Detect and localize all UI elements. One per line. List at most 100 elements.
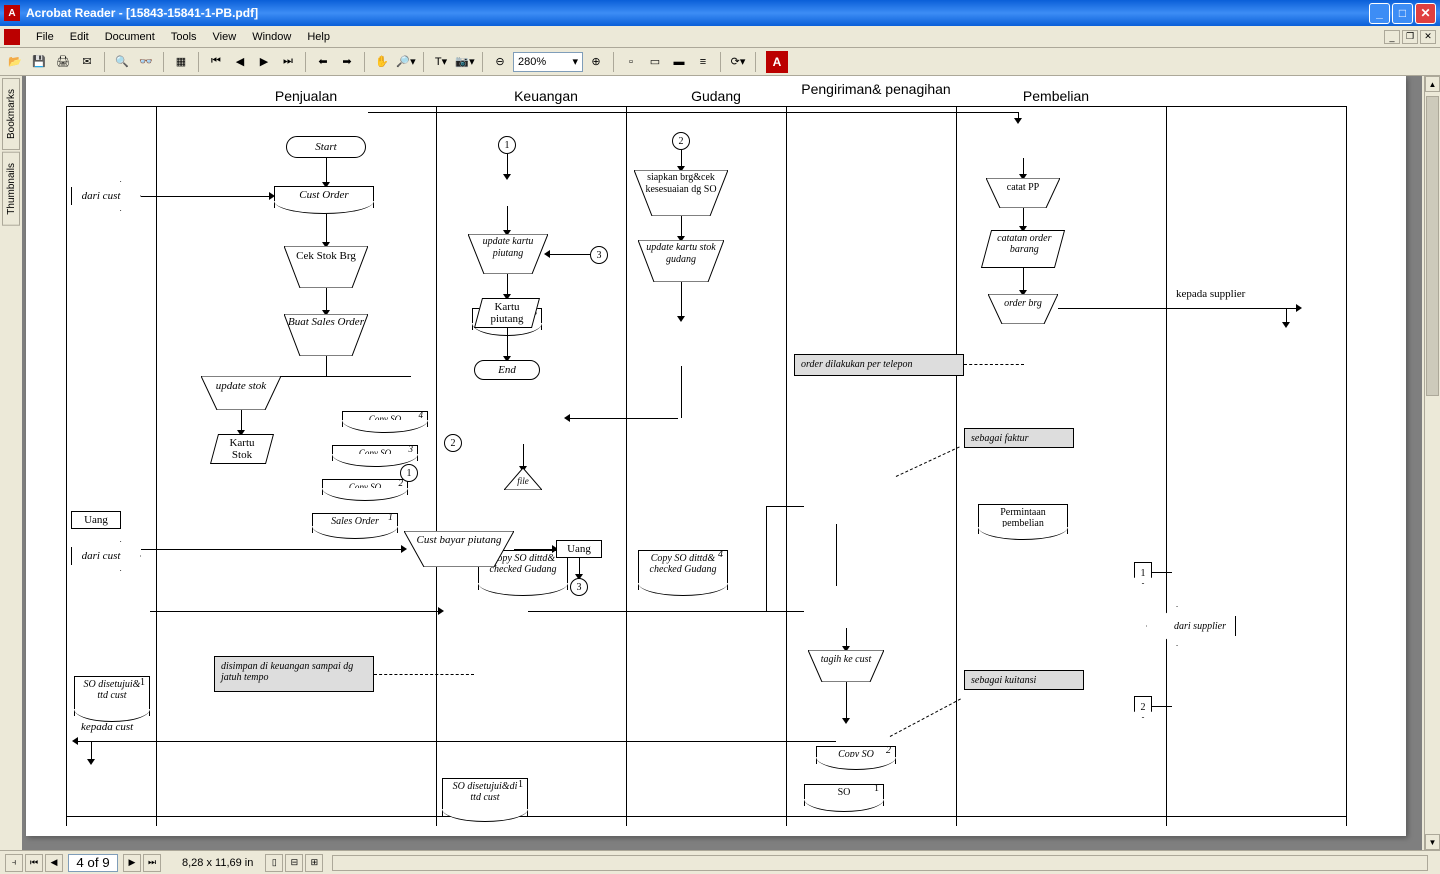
next-page-status[interactable]: ▶ — [123, 854, 141, 872]
bookmarks-tab[interactable]: Bookmarks — [2, 78, 20, 150]
scroll-thumb[interactable] — [1426, 96, 1439, 396]
sidetabs: Bookmarks Thumbnails — [2, 78, 20, 228]
last-page-icon[interactable]: ⏭ — [277, 51, 299, 73]
menu-tools[interactable]: Tools — [163, 29, 205, 45]
lane-pembelian: Pembelian — [976, 88, 1136, 104]
node-catat-pp-text: catat PP — [986, 182, 1060, 194]
connector-1a: 1 — [400, 464, 418, 482]
back-icon[interactable]: ⬅ — [312, 51, 334, 73]
thumbnails-tab[interactable]: Thumbnails — [2, 152, 20, 226]
page: Penjualan Keuangan Gudang Pengiriman& pe… — [26, 76, 1406, 836]
node-copy-so3: 3Copy SO — [332, 445, 418, 461]
minimize-button[interactable]: _ — [1369, 3, 1390, 24]
lane-gudang: Gudang — [646, 88, 786, 104]
node-copy-so4: 4Copy SO — [342, 411, 428, 427]
maximize-button[interactable]: □ — [1392, 3, 1413, 24]
node-kartu-stok: Kartu Stok — [210, 434, 274, 464]
statusbar: ⫞ ⏮ ◀ ▶ ⏭ 8,28 x 11,69 in ▯ ⊟ ⊞ — [0, 850, 1440, 874]
rotate-icon[interactable]: ⟳▾ — [727, 51, 749, 73]
zoom-level[interactable]: 280%▾ — [513, 52, 583, 72]
layout2-icon[interactable]: ⊟ — [285, 854, 303, 872]
reflow-icon[interactable]: ≡ — [692, 51, 714, 73]
print-icon[interactable]: 🖨 — [52, 51, 74, 73]
page-dimensions: 8,28 x 11,69 in — [182, 857, 253, 869]
node-buat-so-text: Buat Sales Order — [284, 316, 368, 329]
text-select-icon[interactable]: T▾ — [430, 51, 452, 73]
mdi-controls: _ ❐ ✕ — [1382, 30, 1440, 44]
actual-size-icon[interactable]: ▫ — [620, 51, 642, 73]
node-cust-bayar-text: Cust bayar piutang — [404, 534, 514, 547]
hand-tool-icon[interactable]: ✋ — [371, 51, 393, 73]
vertical-scrollbar[interactable]: ▲ ▼ — [1424, 76, 1440, 850]
node-copy-so2: 2Copy SO — [322, 479, 408, 495]
node-dari-cust2: dari cust — [71, 541, 141, 571]
layout3-icon[interactable]: ⊞ — [305, 854, 323, 872]
next-page-icon[interactable]: ▶ — [253, 51, 275, 73]
node-end: End — [474, 360, 540, 380]
node-order-brg-text: order brg — [988, 298, 1058, 310]
node-kepada-supplier: kepada supplier — [1176, 288, 1245, 300]
lane-pengiriman: Pengiriman& penagihan — [796, 82, 956, 97]
connector-3-in: 3 — [590, 246, 608, 264]
node-dari-supplier: dari supplier — [1146, 606, 1236, 646]
mdi-restore[interactable]: ❐ — [1402, 30, 1418, 44]
note-faktur: sebagai faktur — [964, 428, 1074, 448]
save-icon[interactable]: 💾 — [28, 51, 50, 73]
node-uang-out: Uang — [556, 540, 602, 558]
titlebar: A Acrobat Reader - [15843-15841-1-PB.pdf… — [0, 0, 1440, 26]
mdi-close[interactable]: ✕ — [1420, 30, 1436, 44]
zoom-in-icon[interactable]: ⊕ — [585, 51, 607, 73]
node-update-piutang-text: update kartu piutang — [468, 236, 548, 259]
nav-pane-icon[interactable]: ▦ — [170, 51, 192, 73]
fit-page-icon[interactable]: ▭ — [644, 51, 666, 73]
menu-file[interactable]: File — [28, 29, 62, 45]
node-copy-so-g: 4Copy SO dittd& checked Gudang — [638, 550, 728, 590]
scroll-down-icon[interactable]: ▼ — [1425, 834, 1440, 850]
first-page-status[interactable]: ⏮ — [25, 854, 43, 872]
document-area[interactable]: Penjualan Keuangan Gudang Pengiriman& pe… — [22, 76, 1422, 850]
close-button[interactable]: ✕ — [1415, 3, 1436, 24]
last-page-status[interactable]: ⏭ — [143, 854, 161, 872]
node-so-disetujui-k: 1SO disetujui&di ttd cust — [442, 778, 528, 816]
node-so1: 1Sales Order — [312, 513, 398, 533]
menu-view[interactable]: View — [205, 29, 245, 45]
node-uang-in: Uang — [71, 511, 121, 529]
forward-icon[interactable]: ➡ — [336, 51, 358, 73]
open-icon[interactable]: 📂 — [4, 51, 26, 73]
search-icon[interactable]: 👓 — [135, 51, 157, 73]
prev-page-icon[interactable]: ◀ — [229, 51, 251, 73]
zoom-out-icon[interactable]: ⊖ — [489, 51, 511, 73]
layout1-icon[interactable]: ▯ — [265, 854, 283, 872]
menu-window[interactable]: Window — [244, 29, 299, 45]
node-kepada-cust: kepada cust — [81, 721, 133, 733]
node-cek-stok-text: Cek Stok Brg — [284, 250, 368, 263]
node-so1-p: 1SO — [804, 784, 884, 806]
node-file-text: file — [504, 476, 542, 486]
mail-icon[interactable]: ✉ — [76, 51, 98, 73]
snapshot-icon[interactable]: 📷▾ — [454, 51, 476, 73]
doc-icon — [4, 29, 20, 45]
page-input[interactable] — [68, 854, 118, 872]
first-page-icon[interactable]: ⏮ — [205, 51, 227, 73]
menu-edit[interactable]: Edit — [62, 29, 97, 45]
lane-penjualan: Penjualan — [226, 88, 386, 104]
node-update-stok-text: update stok — [201, 380, 281, 393]
find-icon[interactable]: 🔍 — [111, 51, 133, 73]
node-so-ttd: 1SO disetujui& ttd cust — [74, 676, 150, 716]
scroll-up-icon[interactable]: ▲ — [1425, 76, 1440, 92]
menubar: File Edit Document Tools View Window Hel… — [0, 26, 1440, 48]
node-siapkan-text: siapkan brg&cek kesesuaian dg SO — [634, 172, 728, 195]
menu-help[interactable]: Help — [299, 29, 338, 45]
horizontal-scrollbar[interactable] — [332, 855, 1428, 871]
zoom-tool-icon[interactable]: 🔎▾ — [395, 51, 417, 73]
toolbar: 📂 💾 🖨 ✉ 🔍 👓 ▦ ⏮ ◀ ▶ ⏭ ⬅ ➡ ✋ 🔎▾ T▾ 📷▾ ⊖ 2… — [0, 48, 1440, 76]
mdi-minimize[interactable]: _ — [1384, 30, 1400, 44]
prev-page-status[interactable]: ◀ — [45, 854, 63, 872]
menu-document[interactable]: Document — [97, 29, 163, 45]
connector-3-out: 3 — [570, 578, 588, 596]
window-title: Acrobat Reader - [15843-15841-1-PB.pdf] — [26, 6, 1367, 20]
split-icon[interactable]: ⫞ — [5, 854, 23, 872]
node-permintaan: Permintaan pembelian — [978, 504, 1068, 534]
connector-1: 1 — [498, 136, 516, 154]
fit-width-icon[interactable]: ▬ — [668, 51, 690, 73]
